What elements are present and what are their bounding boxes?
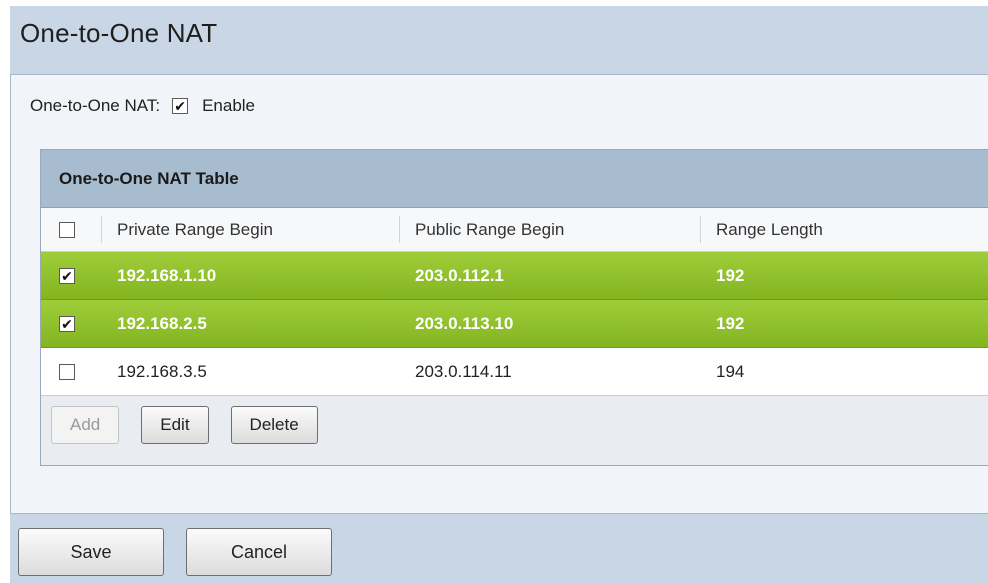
- private-range-begin: 192.168.3.5: [117, 361, 207, 381]
- table-toolbar: Add Edit Delete: [41, 396, 988, 454]
- page-background: One-to-One NAT One-to-One NAT: ✔ Enable …: [10, 6, 988, 583]
- footer-buttons: Save Cancel: [18, 528, 332, 576]
- row-checkbox[interactable]: ✔: [59, 267, 75, 284]
- private-range-begin: 192.168.1.10: [117, 265, 217, 285]
- enable-row: One-to-One NAT: ✔ Enable: [30, 96, 255, 116]
- column-header-public: Public Range Begin: [415, 219, 565, 239]
- cancel-button[interactable]: Cancel: [186, 528, 332, 576]
- delete-button[interactable]: Delete: [230, 406, 318, 444]
- column-header-length: Range Length: [716, 219, 823, 239]
- public-range-begin: 203.0.113.10: [415, 313, 514, 333]
- column-divider: [101, 216, 102, 243]
- edit-button[interactable]: Edit: [141, 406, 209, 444]
- range-length: 194: [716, 361, 745, 381]
- table-row[interactable]: ✔ 192.168.1.10 203.0.112.1 192: [41, 252, 988, 300]
- table-header-row: Private Range Begin Public Range Begin R…: [41, 208, 988, 252]
- table-row[interactable]: ✔ 192.168.2.5 203.0.113.10 192: [41, 300, 988, 348]
- save-button[interactable]: Save: [18, 528, 164, 576]
- column-divider: [700, 216, 701, 243]
- column-divider: [399, 216, 400, 243]
- table-caption: One-to-One NAT Table: [41, 150, 988, 208]
- public-range-begin: 203.0.112.1: [415, 265, 504, 285]
- private-range-begin: 192.168.2.5: [117, 313, 207, 333]
- range-length: 192: [716, 265, 745, 285]
- column-header-private: Private Range Begin: [117, 219, 273, 239]
- range-length: 192: [716, 313, 745, 333]
- enable-checkbox[interactable]: ✔: [172, 98, 189, 114]
- nat-table: One-to-One NAT Table Private Range Begin…: [40, 149, 988, 466]
- page-title: One-to-One NAT: [20, 18, 218, 48]
- row-checkbox[interactable]: [59, 363, 75, 380]
- table-row[interactable]: 192.168.3.5 203.0.114.11 194: [41, 348, 988, 396]
- row-checkbox[interactable]: ✔: [59, 315, 75, 332]
- add-button[interactable]: Add: [51, 406, 120, 444]
- public-range-begin: 203.0.114.11: [415, 361, 512, 381]
- select-all-checkbox[interactable]: [59, 221, 75, 238]
- enable-option-label: Enable: [202, 96, 256, 115]
- enable-label: One-to-One NAT:: [30, 96, 161, 115]
